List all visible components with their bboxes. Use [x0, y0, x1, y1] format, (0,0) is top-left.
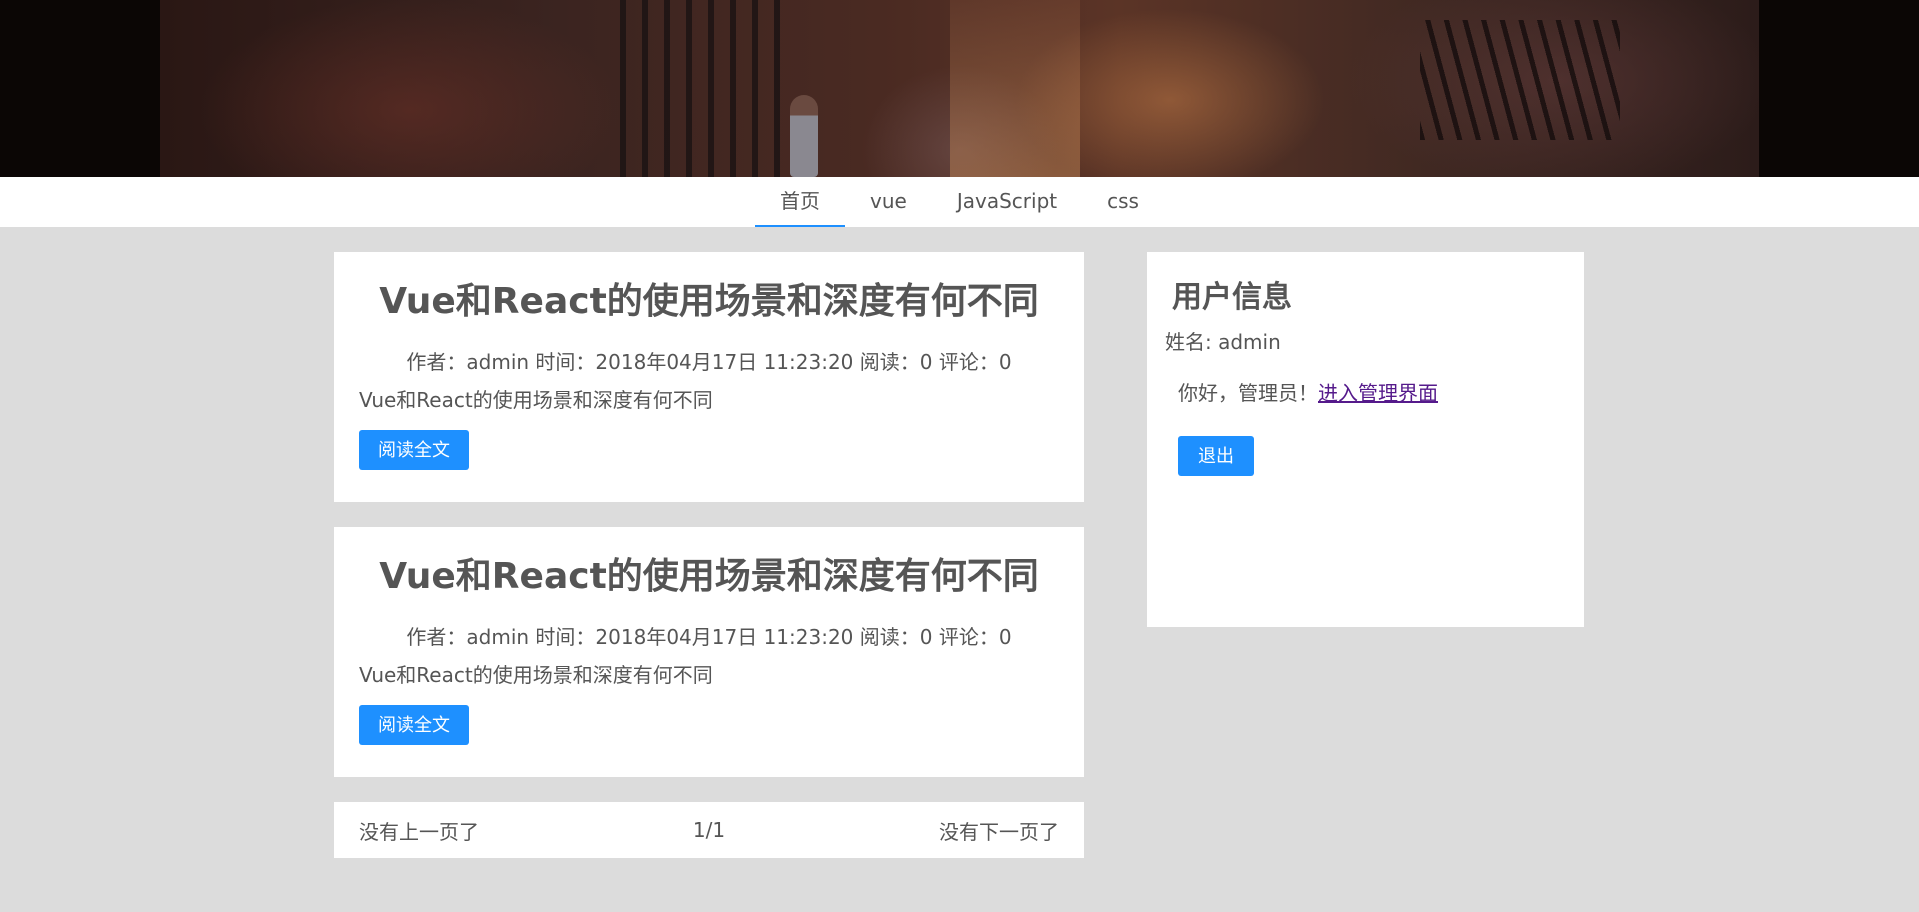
read-more-button[interactable]: 阅读全文	[359, 705, 469, 745]
user-info-panel: 用户信息 姓名: admin 你好，管理员！进入管理界面 退出	[1147, 252, 1584, 627]
admin-greeting: 你好，管理员！进入管理界面	[1178, 379, 1438, 407]
pagination-next: 没有下一页了	[939, 819, 1059, 844]
banner-doorway-light	[950, 0, 1080, 177]
banner-fence	[1420, 20, 1620, 140]
post-card: Vue和React的使用场景和深度有何不同 作者：admin 时间：2018年0…	[334, 252, 1084, 502]
banner-image	[160, 0, 1759, 177]
user-name: 姓名: admin	[1165, 330, 1281, 354]
user-info-title: 用户信息	[1172, 280, 1292, 315]
header-banner	[0, 0, 1919, 177]
banner-gate	[620, 0, 790, 177]
post-card: Vue和React的使用场景和深度有何不同 作者：admin 时间：2018年0…	[334, 527, 1084, 777]
post-summary: Vue和React的使用场景和深度有何不同	[359, 388, 713, 412]
post-title[interactable]: Vue和React的使用场景和深度有何不同	[334, 527, 1084, 599]
nav-item-home[interactable]: 首页	[755, 177, 846, 227]
admin-panel-link[interactable]: 进入管理界面	[1318, 381, 1438, 405]
pagination-prev: 没有上一页了	[359, 819, 479, 844]
post-title[interactable]: Vue和React的使用场景和深度有何不同	[334, 252, 1084, 324]
post-meta: 作者：admin 时间：2018年04月17日 11:23:20 阅读：0 评论…	[406, 350, 1012, 374]
post-summary: Vue和React的使用场景和深度有何不同	[359, 663, 713, 687]
logout-button[interactable]: 退出	[1178, 436, 1254, 476]
banner-figure	[790, 95, 818, 177]
top-nav: 首页 vue JavaScript css	[0, 177, 1919, 227]
nav-item-vue[interactable]: vue	[845, 177, 932, 227]
post-meta: 作者：admin 时间：2018年04月17日 11:23:20 阅读：0 评论…	[406, 625, 1012, 649]
greeting-text: 你好，管理员！	[1178, 381, 1318, 405]
nav-item-javascript[interactable]: JavaScript	[932, 177, 1082, 227]
pagination-current-page: 1/1	[692, 818, 726, 842]
pagination: 没有上一页了 1/1 没有下一页了	[334, 802, 1084, 858]
read-more-button[interactable]: 阅读全文	[359, 430, 469, 470]
nav-item-css[interactable]: css	[1082, 177, 1164, 227]
